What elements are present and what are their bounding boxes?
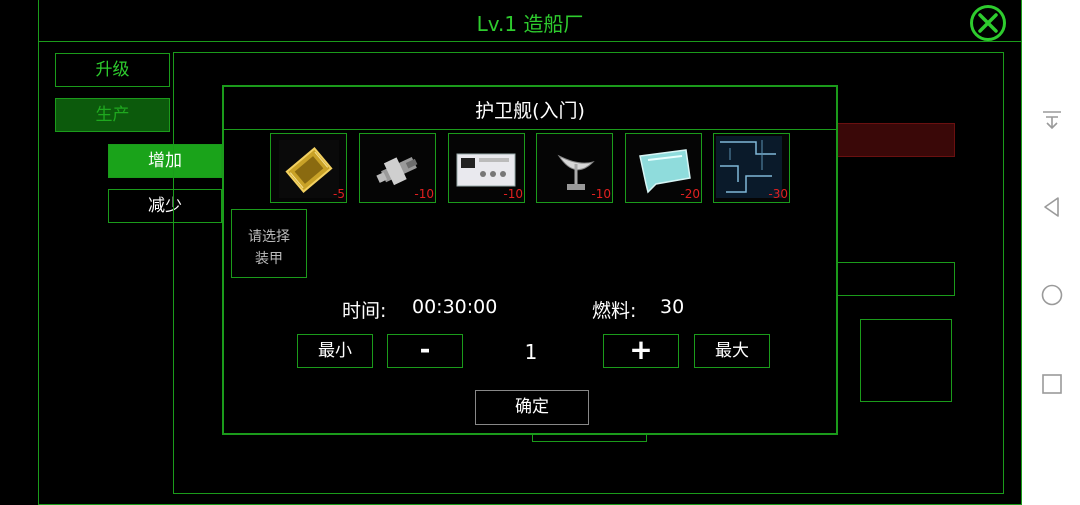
dialog-title: 护卫舰(入门) [475, 100, 585, 122]
component-cost: -5 [333, 187, 345, 201]
fuel-value: 30 [660, 296, 685, 318]
component-cost: -10 [503, 187, 523, 201]
close-icon [978, 13, 998, 33]
background-bar [836, 123, 955, 157]
chip-icon [279, 140, 339, 198]
armor-select-slot[interactable]: 请选择 装甲 [231, 209, 307, 278]
back-icon[interactable] [1040, 195, 1064, 219]
collapse-icon[interactable] [1040, 108, 1064, 132]
component-slot-crystal-card[interactable]: -20 [625, 133, 702, 203]
home-icon[interactable] [1040, 283, 1064, 307]
system-navigation-bar [1022, 0, 1080, 505]
time-label: 时间: [342, 300, 387, 322]
component-slot-spaceship-part[interactable]: -10 [359, 133, 436, 203]
tab-produce[interactable]: 生产 [55, 98, 170, 132]
component-cost: -30 [768, 187, 788, 201]
dialog-divider [222, 129, 838, 130]
component-slot-circuit-board[interactable]: -30 [713, 133, 790, 203]
background-field [836, 262, 955, 296]
confirm-button[interactable]: 确定 [475, 390, 589, 425]
armor-slot-line2: 装甲 [255, 251, 283, 267]
time-value: 00:30:00 [412, 296, 498, 318]
recents-icon[interactable] [1040, 372, 1064, 396]
component-cost: -10 [591, 187, 611, 201]
fuel-label: 燃料: [592, 300, 637, 322]
component-slot-satellite-dish[interactable]: -10 [536, 133, 613, 203]
max-button[interactable]: 最大 [694, 334, 770, 368]
window-title: Lv.1 造船厂 [476, 12, 584, 36]
component-cost: -10 [414, 187, 434, 201]
plus-button[interactable]: + [603, 334, 679, 368]
component-slot-control-panel[interactable]: -10 [448, 133, 525, 203]
component-cost: -20 [680, 187, 700, 201]
quantity-value: 1 [524, 340, 538, 364]
component-slot-chip[interactable]: -5 [270, 133, 347, 203]
minus-button[interactable]: - [387, 334, 463, 368]
close-button[interactable] [970, 5, 1006, 41]
armor-slot-line1: 请选择 [248, 229, 290, 245]
background-slot [860, 319, 952, 402]
tab-upgrade[interactable]: 升级 [55, 53, 170, 87]
min-button[interactable]: 最小 [297, 334, 373, 368]
